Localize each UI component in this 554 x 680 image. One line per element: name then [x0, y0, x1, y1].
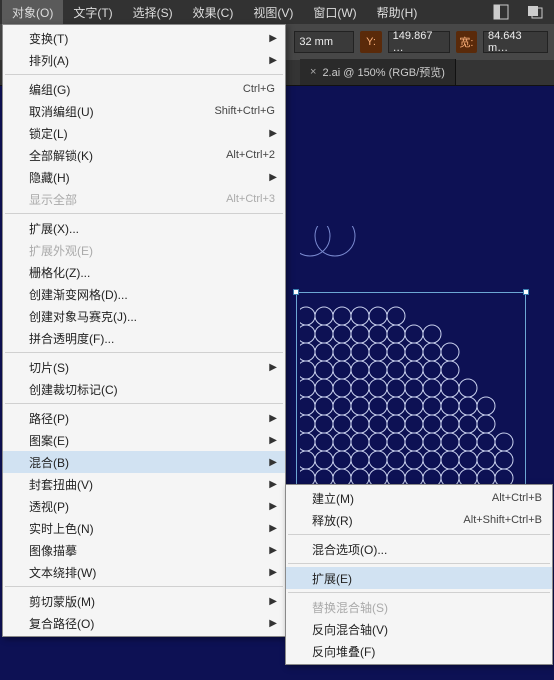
- menu-ungroup[interactable]: 取消编组(U)Shift+Ctrl+G: [3, 100, 285, 122]
- separator: [5, 74, 283, 75]
- menu-lock[interactable]: 锁定(L)▶: [3, 122, 285, 144]
- menu-text-wrap[interactable]: 文本绕排(W)▶: [3, 561, 285, 583]
- submenu-reverse-spine[interactable]: 反向混合轴(V): [286, 618, 552, 640]
- chevron-right-icon: ▶: [269, 501, 277, 512]
- submenu-release[interactable]: 释放(R)Alt+Shift+Ctrl+B: [286, 509, 552, 531]
- menu-group[interactable]: 编组(G)Ctrl+G: [3, 78, 285, 100]
- menu-help[interactable]: 帮助(H): [367, 0, 428, 25]
- menu-path[interactable]: 路径(P)▶: [3, 407, 285, 429]
- chevron-right-icon: ▶: [269, 618, 277, 629]
- chevron-right-icon: ▶: [269, 55, 277, 66]
- handle-top-left[interactable]: [293, 289, 299, 295]
- menu-object[interactable]: 对象(O): [2, 0, 63, 25]
- menu-crop-marks[interactable]: 创建裁切标记(C): [3, 378, 285, 400]
- menu-hide[interactable]: 隐藏(H)▶: [3, 166, 285, 188]
- menu-slice[interactable]: 切片(S)▶: [3, 356, 285, 378]
- chevron-right-icon: ▶: [269, 33, 277, 44]
- chevron-right-icon: ▶: [269, 413, 277, 424]
- menu-transform[interactable]: 变换(T)▶: [3, 27, 285, 49]
- w-field[interactable]: 84.643 m…: [483, 31, 548, 53]
- blend-submenu: 建立(M)Alt+Ctrl+B 释放(R)Alt+Shift+Ctrl+B 混合…: [285, 484, 553, 665]
- layout-icon[interactable]: [487, 2, 515, 22]
- menu-flatten[interactable]: 拼合透明度(F)...: [3, 327, 285, 349]
- tab-document[interactable]: × 2.ai @ 150% (RGB/预览): [300, 59, 456, 85]
- chevron-right-icon: ▶: [269, 362, 277, 373]
- submenu-options[interactable]: 混合选项(O)...: [286, 538, 552, 560]
- menu-blend[interactable]: 混合(B)▶: [3, 451, 285, 473]
- menu-compound-path[interactable]: 复合路径(O)▶: [3, 612, 285, 634]
- menu-expand-appearance: 扩展外观(E): [3, 239, 285, 261]
- menu-effect[interactable]: 效果(C): [183, 0, 244, 25]
- handle-top-right[interactable]: [523, 289, 529, 295]
- menu-gradient-mesh[interactable]: 创建渐变网格(D)...: [3, 283, 285, 305]
- chevron-right-icon: ▶: [269, 479, 277, 490]
- separator: [5, 403, 283, 404]
- chevron-right-icon: ▶: [269, 457, 277, 468]
- separator: [288, 563, 550, 564]
- arrange-icon[interactable]: [521, 2, 549, 22]
- menu-unlock-all[interactable]: 全部解锁(K)Alt+Ctrl+2: [3, 144, 285, 166]
- w-label: 宽:: [456, 31, 477, 53]
- menu-expand[interactable]: 扩展(X)...: [3, 217, 285, 239]
- menu-envelope[interactable]: 封套扭曲(V)▶: [3, 473, 285, 495]
- menu-show-all: 显示全部Alt+Ctrl+3: [3, 188, 285, 210]
- menu-window[interactable]: 窗口(W): [303, 0, 366, 25]
- separator: [288, 534, 550, 535]
- menu-arrange[interactable]: 排列(A)▶: [3, 49, 285, 71]
- separator: [5, 586, 283, 587]
- submenu-reverse-front[interactable]: 反向堆叠(F): [286, 640, 552, 662]
- menu-rasterize[interactable]: 栅格化(Z)...: [3, 261, 285, 283]
- menu-perspective[interactable]: 透视(P)▶: [3, 495, 285, 517]
- menu-view[interactable]: 视图(V): [243, 0, 303, 25]
- separator: [288, 592, 550, 593]
- chevron-right-icon: ▶: [269, 567, 277, 578]
- object-menu: 变换(T)▶ 排列(A)▶ 编组(G)Ctrl+G 取消编组(U)Shift+C…: [2, 24, 286, 637]
- submenu-expand[interactable]: 扩展(E): [286, 567, 552, 589]
- menu-live-paint[interactable]: 实时上色(N)▶: [3, 517, 285, 539]
- menu-clipping-mask[interactable]: 剪切蒙版(M)▶: [3, 590, 285, 612]
- separator: [5, 352, 283, 353]
- menubar: 对象(O) 文字(T) 选择(S) 效果(C) 视图(V) 窗口(W) 帮助(H…: [0, 0, 554, 24]
- menu-mosaic[interactable]: 创建对象马赛克(J)...: [3, 305, 285, 327]
- chevron-right-icon: ▶: [269, 435, 277, 446]
- submenu-make[interactable]: 建立(M)Alt+Ctrl+B: [286, 487, 552, 509]
- menu-type[interactable]: 文字(T): [63, 0, 122, 25]
- tab-label: 2.ai @ 150% (RGB/预览): [322, 64, 444, 80]
- menu-image-trace[interactable]: 图像描摹▶: [3, 539, 285, 561]
- y-label: Y:: [360, 31, 381, 53]
- chevron-right-icon: ▶: [269, 128, 277, 139]
- close-icon[interactable]: ×: [310, 66, 316, 78]
- y-field[interactable]: 149.867 …: [388, 31, 450, 53]
- chevron-right-icon: ▶: [269, 523, 277, 534]
- x-field[interactable]: 32 mm: [294, 31, 354, 53]
- menu-pattern[interactable]: 图案(E)▶: [3, 429, 285, 451]
- separator: [5, 213, 283, 214]
- menu-select[interactable]: 选择(S): [123, 0, 183, 25]
- chevron-right-icon: ▶: [269, 596, 277, 607]
- submenu-replace-spine: 替换混合轴(S): [286, 596, 552, 618]
- chevron-right-icon: ▶: [269, 172, 277, 183]
- chevron-right-icon: ▶: [269, 545, 277, 556]
